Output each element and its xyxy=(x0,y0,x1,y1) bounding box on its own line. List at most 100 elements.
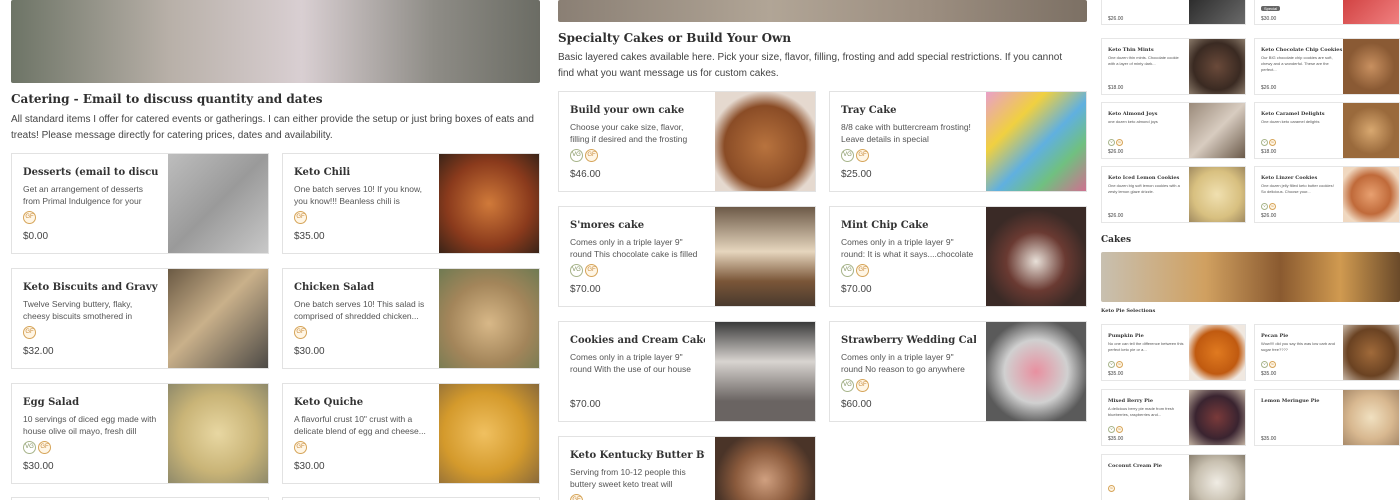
gluten-free-icon: GF xyxy=(856,264,869,277)
menu-item-card[interactable]: Desserts (email to discuss options) Get … xyxy=(11,153,269,254)
menu-item-image xyxy=(1189,39,1245,94)
vegetarian-icon: V xyxy=(1108,361,1115,368)
menu-item-name: Keto Chili xyxy=(294,167,351,178)
menu-item-name: Desserts (email to discuss options) xyxy=(23,167,158,178)
menu-item-card[interactable]: S'mores cake Comes only in a triple laye… xyxy=(558,206,816,307)
menu-item-image xyxy=(715,437,815,500)
gluten-free-icon: G xyxy=(1108,485,1115,492)
menu-item-card[interactable]: Keto Caramel Delights One dozen keto car… xyxy=(1254,102,1400,159)
menu-item-card[interactable]: Chicken Salad One batch serves 10! This … xyxy=(282,268,540,369)
menu-item-description: one dozen keto almond joys xyxy=(1108,119,1158,124)
menu-item-price: $35.00 xyxy=(1261,371,1277,377)
gluten-free-icon: GF xyxy=(38,441,51,454)
vegetarian-icon: VG xyxy=(570,264,583,277)
vegetarian-icon: V xyxy=(1108,139,1115,146)
menu-item-image xyxy=(715,92,815,191)
menu-item-price: $70.00 xyxy=(570,284,601,295)
menu-item-name: Mint Chip Cake xyxy=(841,220,929,231)
menu-item-price: $35.00 xyxy=(1108,436,1124,442)
menu-item-price: $26.00 xyxy=(1261,213,1277,219)
menu-item-name: Keto Iced Lemon Cookies xyxy=(1108,175,1180,181)
menu-item-card[interactable]: Keto Chili One batch serves 10! If you k… xyxy=(282,153,540,254)
menu-item-image xyxy=(986,207,1086,306)
pies-section-title: Keto Pie Selections xyxy=(1101,308,1156,314)
menu-item-card[interactable]: Cookies and Cream Cake Comes only in a t… xyxy=(558,321,816,422)
vegetarian-icon: VG xyxy=(841,379,854,392)
menu-item-card[interactable]: Strawberry Wedding Cake Comes only in a … xyxy=(829,321,1087,422)
menu-item-price: $35.00 xyxy=(1108,371,1124,377)
menu-item-image xyxy=(1189,0,1245,24)
menu-item-name: Tray Cake xyxy=(841,105,897,116)
menu-item-description: A delicious berry pie made from fresh bl… xyxy=(1108,406,1175,417)
menu-item-image xyxy=(439,384,539,483)
menu-item-price: $26.00 xyxy=(1108,16,1124,22)
menu-item-price: $18.00 xyxy=(1108,85,1124,91)
vegetarian-icon: V xyxy=(1261,139,1268,146)
menu-item-card[interactable]: Keto Quiche A flavorful crust 10" crust … xyxy=(282,383,540,484)
menu-item-image xyxy=(1343,167,1399,222)
menu-item-card[interactable]: Mixed Berry Pie A delicious berry pie ma… xyxy=(1101,389,1246,446)
menu-item-name: Mixed Berry Pie xyxy=(1108,398,1153,404)
menu-item-card[interactable]: Special $30.00 xyxy=(1254,0,1400,25)
menu-item-image xyxy=(1189,455,1245,500)
menu-item-card[interactable]: Mint Chip Cake Comes only in a triple la… xyxy=(829,206,1087,307)
menu-item-price: $26.00 xyxy=(1108,213,1124,219)
menu-item-image xyxy=(715,207,815,306)
vegetarian-icon: V xyxy=(1108,426,1115,433)
cakes-hero-image xyxy=(1101,252,1400,302)
vegetarian-icon: VG xyxy=(570,149,583,162)
gluten-free-icon: GF xyxy=(294,326,307,339)
menu-item-card[interactable]: Keto Chocolate Chip Cookies Our BIG choc… xyxy=(1254,38,1400,95)
gluten-free-icon: GF xyxy=(585,149,598,162)
menu-item-description: One batch serves 10! This salad is compr… xyxy=(294,299,425,321)
menu-item-description: Get an arrangement of desserts from Prim… xyxy=(23,184,144,206)
menu-item-image xyxy=(168,269,268,368)
menu-item-card[interactable]: Pecan Pie Wow!!!! did you say this was l… xyxy=(1254,324,1400,381)
gluten-free-icon: G xyxy=(1269,203,1276,210)
menu-item-description: Comes only in a triple layer 9" round Wi… xyxy=(570,352,691,374)
vegetarian-icon: VG xyxy=(23,441,36,454)
menu-item-price: $26.00 xyxy=(1108,149,1124,155)
gluten-free-icon: GF xyxy=(23,211,36,224)
gluten-free-icon: GF xyxy=(23,326,36,339)
menu-item-card[interactable]: Keto Almond Joys one dozen keto almond j… xyxy=(1101,102,1246,159)
menu-item-description: One dozen keto caramel delights xyxy=(1261,119,1320,124)
menu-item-image xyxy=(1343,390,1399,445)
menu-item-name: Keto Biscuits and Gravy xyxy=(23,282,158,293)
menu-item-card[interactable]: Keto Biscuits and Gravy Twelve Serving b… xyxy=(11,268,269,369)
menu-item-name: Keto Caramel Delights xyxy=(1261,111,1325,117)
catering-hero-image xyxy=(11,0,540,83)
gluten-free-icon: GF xyxy=(570,494,583,500)
menu-item-card[interactable]: $26.00 xyxy=(1101,0,1246,25)
menu-item-card[interactable]: Keto Linzer Cookies One dozen jelly fill… xyxy=(1254,166,1400,223)
gluten-free-icon: G xyxy=(1116,139,1123,146)
menu-item-card[interactable]: Keto Iced Lemon Cookies One dozen big so… xyxy=(1101,166,1246,223)
vegetarian-icon: V xyxy=(1261,361,1268,368)
menu-item-image xyxy=(439,269,539,368)
menu-item-image xyxy=(1343,0,1399,24)
special-badge: Special xyxy=(1261,6,1281,11)
menu-item-card[interactable]: Keto Thin Mints One dozen thin mints. Ch… xyxy=(1101,38,1246,95)
menu-item-description: No one can tell the difference between t… xyxy=(1108,341,1184,352)
menu-item-price: $46.00 xyxy=(570,169,601,180)
menu-item-name: Pecan Pie xyxy=(1261,333,1289,339)
menu-item-name: Keto Almond Joys xyxy=(1108,111,1158,117)
menu-item-card[interactable]: Tray Cake 8/8 cake with buttercream fros… xyxy=(829,91,1087,192)
menu-item-card[interactable]: Lemon Meringue Pie $35.00 xyxy=(1254,389,1400,446)
menu-item-price: $30.00 xyxy=(294,461,325,472)
gluten-free-icon: G xyxy=(1269,361,1276,368)
menu-item-card[interactable]: Pumpkin Pie No one can tell the differen… xyxy=(1101,324,1246,381)
menu-item-image xyxy=(715,322,815,421)
menu-item-card[interactable]: Keto Kentucky Butter Bunt Cake Serving f… xyxy=(558,436,816,500)
menu-item-image xyxy=(1343,325,1399,380)
menu-item-card[interactable]: Build your own cake Choose your cake siz… xyxy=(558,91,816,192)
menu-item-image xyxy=(986,322,1086,421)
menu-item-description: 8/8 cake with buttercream frosting! Leav… xyxy=(841,122,971,144)
menu-item-price: $25.00 xyxy=(841,169,872,180)
menu-item-price: $30.00 xyxy=(23,461,54,472)
vegetarian-icon: VG xyxy=(841,264,854,277)
menu-item-card[interactable]: Egg Salad 10 servings of diced egg made … xyxy=(11,383,269,484)
menu-item-card[interactable]: Coconut Cream Pie G xyxy=(1101,454,1246,500)
menu-item-description: Comes only in a triple layer 9" round Th… xyxy=(570,237,698,259)
menu-item-image xyxy=(1343,103,1399,158)
